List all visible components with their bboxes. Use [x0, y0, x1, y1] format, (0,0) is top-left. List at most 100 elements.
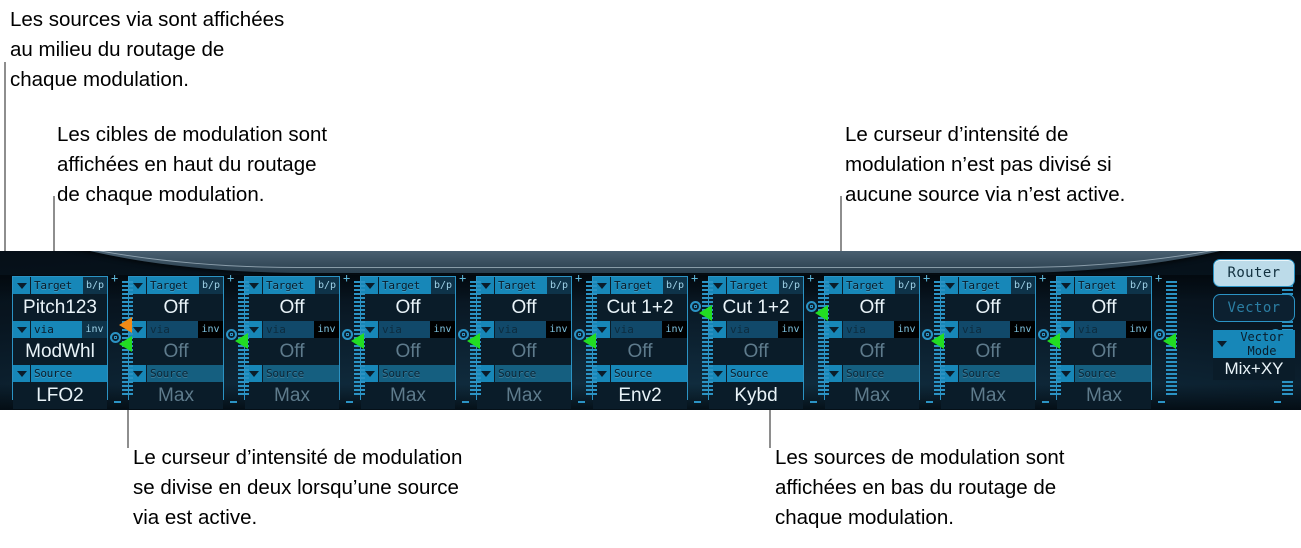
source-header-7[interactable]: Source: [709, 365, 803, 382]
bypass-button-1[interactable]: b/p: [83, 277, 107, 294]
modulation-intensity-slider-2[interactable]: +: [226, 272, 252, 403]
via-header-5[interactable]: via inv: [477, 321, 571, 338]
target-value-3[interactable]: Off: [245, 294, 339, 321]
via-value-9[interactable]: Off: [941, 338, 1035, 365]
via-header-6[interactable]: via inv: [593, 321, 687, 338]
bypass-button-7[interactable]: b/p: [779, 277, 803, 294]
bypass-button-4[interactable]: b/p: [431, 277, 455, 294]
source-header-5[interactable]: Source: [477, 365, 571, 382]
modulation-intensity-slider-7[interactable]: +: [806, 272, 832, 403]
bypass-button-8[interactable]: b/p: [895, 277, 919, 294]
via-header-4[interactable]: via inv: [361, 321, 455, 338]
via-value-3[interactable]: Off: [245, 338, 339, 365]
invert-button-5[interactable]: inv: [546, 321, 571, 338]
via-value-7[interactable]: Off: [709, 338, 803, 365]
target-value-9[interactable]: Off: [941, 294, 1035, 321]
source-value-5[interactable]: Max: [477, 382, 571, 409]
via-value-1[interactable]: ModWhl: [13, 338, 107, 365]
vector-button[interactable]: Vector: [1213, 294, 1295, 322]
modulation-intensity-slider-8[interactable]: +: [922, 272, 948, 403]
slider-amount-marker-3[interactable]: [351, 333, 364, 349]
target-value-8[interactable]: Off: [825, 294, 919, 321]
invert-button-6[interactable]: inv: [662, 321, 687, 338]
source-value-10[interactable]: Max: [1057, 382, 1151, 409]
source-value-7[interactable]: Kybd: [709, 382, 803, 409]
via-header-10[interactable]: via inv: [1057, 321, 1151, 338]
source-header-1[interactable]: Source: [13, 365, 107, 382]
invert-button-1[interactable]: inv: [82, 321, 107, 338]
modulation-intensity-slider-3[interactable]: +: [342, 272, 368, 403]
bypass-button-2[interactable]: b/p: [199, 277, 223, 294]
target-value-1[interactable]: Pitch123: [13, 294, 107, 321]
chevron-down-icon[interactable]: [1213, 330, 1231, 358]
target-header-1[interactable]: Target b/p: [13, 277, 107, 294]
bypass-button-3[interactable]: b/p: [315, 277, 339, 294]
via-value-10[interactable]: Off: [1057, 338, 1151, 365]
via-header-7[interactable]: via inv: [709, 321, 803, 338]
target-header-5[interactable]: Target b/p: [477, 277, 571, 294]
via-header-1[interactable]: via inv: [13, 321, 107, 338]
target-value-2[interactable]: Off: [129, 294, 223, 321]
target-value-5[interactable]: Off: [477, 294, 571, 321]
vector-mode-header[interactable]: Vector Mode: [1213, 330, 1295, 358]
source-header-3[interactable]: Source: [245, 365, 339, 382]
source-menu-chevron-down-icon-1[interactable]: [13, 365, 31, 382]
via-value-8[interactable]: Off: [825, 338, 919, 365]
vector-mode-value[interactable]: Mix+XY: [1213, 358, 1295, 380]
target-value-10[interactable]: Off: [1057, 294, 1151, 321]
source-header-8[interactable]: Source: [825, 365, 919, 382]
slider-amount-marker-7[interactable]: [815, 305, 828, 321]
modulation-intensity-slider-5[interactable]: +: [574, 272, 600, 403]
invert-button-3[interactable]: inv: [314, 321, 339, 338]
via-value-4[interactable]: Off: [361, 338, 455, 365]
target-header-4[interactable]: Target b/p: [361, 277, 455, 294]
slider-via-marker-1[interactable]: [119, 317, 132, 333]
target-header-6[interactable]: Target b/p: [593, 277, 687, 294]
router-button[interactable]: Router: [1213, 259, 1295, 287]
source-value-3[interactable]: Max: [245, 382, 339, 409]
invert-button-4[interactable]: inv: [430, 321, 455, 338]
modulation-intensity-slider-9[interactable]: +: [1038, 272, 1064, 403]
source-header-2[interactable]: Source: [129, 365, 223, 382]
target-value-6[interactable]: Cut 1+2: [593, 294, 687, 321]
source-header-4[interactable]: Source: [361, 365, 455, 382]
modulation-intensity-slider-10[interactable]: +: [1154, 272, 1180, 403]
source-value-2[interactable]: Max: [129, 382, 223, 409]
bypass-button-6[interactable]: b/p: [663, 277, 687, 294]
invert-button-10[interactable]: inv: [1126, 321, 1151, 338]
bypass-button-10[interactable]: b/p: [1127, 277, 1151, 294]
source-value-1[interactable]: LFO2: [13, 382, 107, 409]
target-header-9[interactable]: Target b/p: [941, 277, 1035, 294]
source-header-9[interactable]: Source: [941, 365, 1035, 382]
target-value-7[interactable]: Cut 1+2: [709, 294, 803, 321]
target-header-8[interactable]: Target b/p: [825, 277, 919, 294]
bypass-button-9[interactable]: b/p: [1011, 277, 1035, 294]
modulation-intensity-slider-4[interactable]: +: [458, 272, 484, 403]
source-header-10[interactable]: Source: [1057, 365, 1151, 382]
source-value-6[interactable]: Env2: [593, 382, 687, 409]
target-value-4[interactable]: Off: [361, 294, 455, 321]
via-header-2[interactable]: via inv: [129, 321, 223, 338]
target-header-3[interactable]: Target b/p: [245, 277, 339, 294]
invert-button-9[interactable]: inv: [1010, 321, 1035, 338]
slider-amount-marker-2[interactable]: [235, 333, 248, 349]
target-header-7[interactable]: Target b/p: [709, 277, 803, 294]
slider-amount-marker-6[interactable]: [699, 305, 712, 321]
slider-amount-marker-5[interactable]: [583, 333, 596, 349]
via-value-6[interactable]: Off: [593, 338, 687, 365]
slider-amount-marker-8[interactable]: [931, 333, 944, 349]
source-value-9[interactable]: Max: [941, 382, 1035, 409]
invert-button-2[interactable]: inv: [198, 321, 223, 338]
via-value-2[interactable]: Off: [129, 338, 223, 365]
via-header-8[interactable]: via inv: [825, 321, 919, 338]
target-header-10[interactable]: Target b/p: [1057, 277, 1151, 294]
slider-amount-marker-10[interactable]: [1163, 333, 1176, 349]
invert-button-7[interactable]: inv: [778, 321, 803, 338]
source-value-8[interactable]: Max: [825, 382, 919, 409]
via-value-5[interactable]: Off: [477, 338, 571, 365]
modulation-intensity-slider-1[interactable]: +: [110, 272, 136, 403]
modulation-intensity-slider-6[interactable]: +: [690, 272, 716, 403]
target-header-2[interactable]: Target b/p: [129, 277, 223, 294]
slider-amount-marker-4[interactable]: [467, 333, 480, 349]
source-header-6[interactable]: Source: [593, 365, 687, 382]
